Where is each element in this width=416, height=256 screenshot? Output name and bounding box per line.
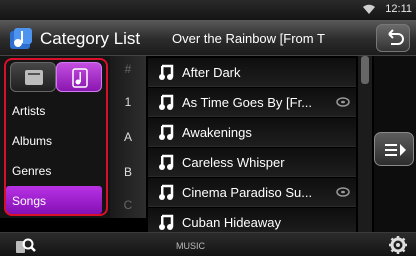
bottom-bar: MUSIC: [0, 232, 416, 256]
music-note-icon: [159, 124, 174, 140]
storage-source-button[interactable]: [10, 62, 56, 92]
song-title: Careless Whisper: [182, 155, 285, 170]
music-note-icon: [159, 94, 174, 110]
list-item[interactable]: Cuban Hideaway: [148, 208, 356, 232]
list-item[interactable]: Cinema Paradiso Su...: [148, 178, 356, 207]
song-title: Cuban Hideaway: [182, 215, 282, 230]
song-title: As Time Goes By [Fr...: [182, 95, 313, 110]
settings-button[interactable]: [386, 234, 410, 256]
search-button[interactable]: [4, 235, 48, 256]
gear-icon: [389, 236, 407, 254]
music-source-button[interactable]: [56, 62, 102, 92]
cd-icon: [336, 97, 350, 107]
category-albums[interactable]: Albums: [6, 126, 102, 154]
alphabet-index[interactable]: # 1 A B C: [110, 56, 146, 218]
storage-icon: [25, 70, 43, 85]
playlist-button[interactable]: [374, 132, 414, 166]
music-note-icon: [72, 68, 88, 88]
scrollbar[interactable]: [358, 56, 372, 232]
list-item[interactable]: After Dark: [148, 58, 356, 87]
music-library-icon: [10, 28, 32, 49]
status-bar: 12:11: [0, 0, 416, 20]
category-label: Artists: [12, 104, 46, 118]
source-label: MUSIC: [176, 241, 205, 251]
index-letter[interactable]: #: [110, 62, 146, 76]
back-arrow-icon: [388, 29, 404, 45]
category-songs[interactable]: Songs: [6, 186, 102, 214]
list-item[interactable]: Awakenings: [148, 118, 356, 147]
song-title: Awakenings: [182, 125, 252, 140]
category-label: Songs: [12, 194, 47, 208]
title-bar: Category List Over the Rainbow [From T: [0, 20, 416, 56]
back-button[interactable]: [376, 24, 410, 52]
playlist-icon: [385, 144, 406, 156]
index-letter[interactable]: B: [110, 165, 146, 179]
category-label: Genres: [12, 164, 52, 178]
category-label: Albums: [12, 134, 53, 148]
wifi-icon: [363, 4, 375, 14]
status-time: 12:11: [385, 3, 412, 15]
list-item[interactable]: Careless Whisper: [148, 148, 356, 177]
song-title: Cinema Paradiso Su...: [182, 185, 313, 200]
music-note-icon: [159, 64, 174, 80]
scrollbar-thumb[interactable]: [361, 56, 369, 84]
song-list: After Dark As Time Goes By [Fr... Awaken…: [148, 56, 356, 232]
song-title: After Dark: [182, 65, 241, 80]
page-title: Category List: [40, 29, 141, 48]
index-letter[interactable]: C: [110, 198, 146, 212]
category-artists[interactable]: Artists: [6, 96, 102, 124]
list-item[interactable]: As Time Goes By [Fr...: [148, 88, 356, 117]
index-letter[interactable]: A: [110, 130, 146, 144]
now-playing-title[interactable]: Over the Rainbow [From T: [172, 31, 348, 46]
index-letter[interactable]: 1: [110, 95, 146, 109]
search-icon: [16, 238, 36, 253]
music-note-icon: [159, 214, 174, 230]
category-sidebar: Artists Albums Genres Songs: [0, 56, 110, 218]
music-note-icon: [159, 184, 174, 200]
cd-icon: [336, 187, 350, 197]
music-note-icon: [159, 154, 174, 170]
category-genres[interactable]: Genres: [6, 156, 102, 184]
